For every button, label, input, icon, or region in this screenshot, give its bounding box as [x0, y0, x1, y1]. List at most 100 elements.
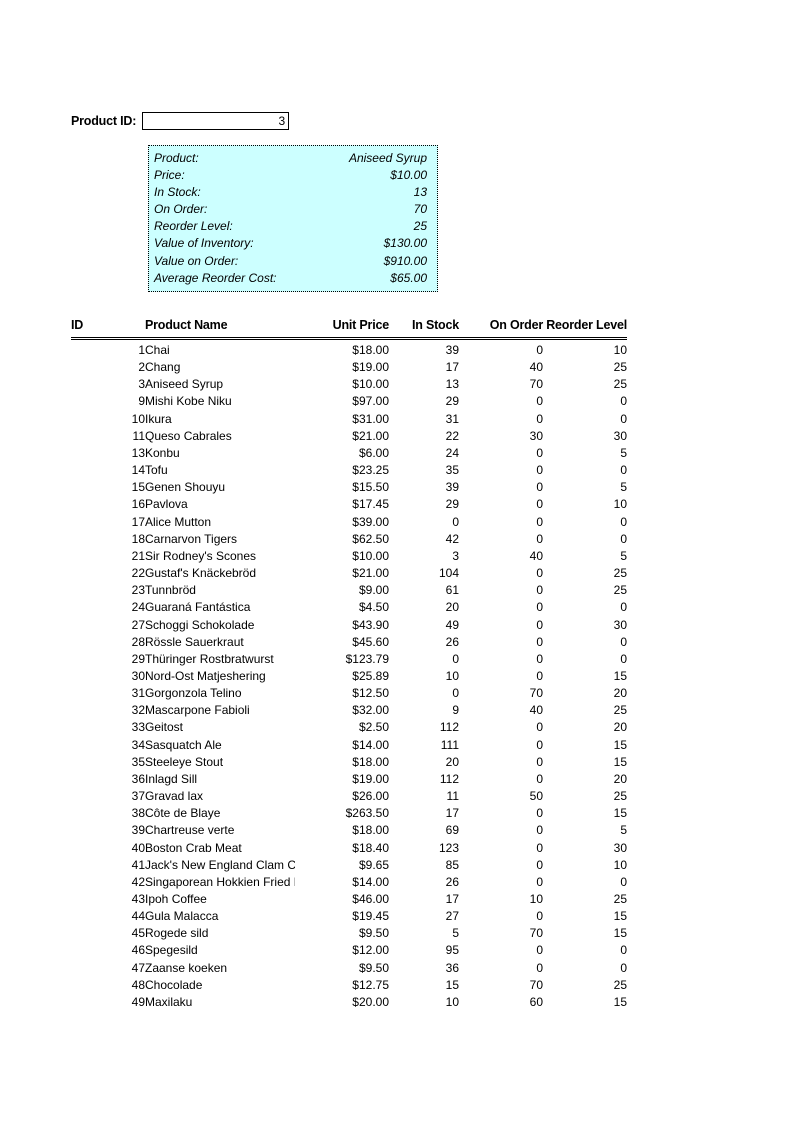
cell-reorder-level: 15: [613, 806, 627, 821]
products-table: ID Product Name Unit Price In Stock On O…: [71, 318, 627, 1011]
cell-id: 40: [131, 840, 145, 855]
cell-id: 45: [131, 926, 145, 941]
table-row[interactable]: 46 Spegesild $12.00 95 0 0: [71, 942, 627, 959]
cell-product-name: Geitost: [145, 720, 184, 735]
cell-on-order: 10: [529, 892, 543, 906]
cell-id: 43: [131, 892, 145, 906]
cell-id: 36: [131, 771, 145, 786]
table-row[interactable]: 13 Konbu $6.00 24 0 5: [71, 445, 627, 462]
table-row[interactable]: 23 Tunnbröd $9.00 61 0 25: [71, 582, 627, 599]
cell-on-order: 0: [536, 394, 543, 409]
cell-in-stock: 39: [445, 343, 459, 357]
table-row[interactable]: 16 Pavlova $17.45 29 0 10: [71, 496, 627, 513]
cell-in-stock: 95: [445, 943, 459, 958]
table-row[interactable]: 39 Chartreuse verte $18.00 69 0 5: [71, 822, 627, 839]
table-row[interactable]: 27 Schoggi Schokolade $43.90 49 0 30: [71, 617, 627, 634]
cell-unit-price: $43.90: [352, 617, 389, 632]
cell-product-name: Konbu: [145, 445, 180, 460]
cell-unit-price: $6.00: [358, 445, 389, 460]
table-row[interactable]: 3 Aniseed Syrup $10.00 13 70 25: [71, 376, 627, 393]
cell-reorder-level: 5: [620, 823, 627, 838]
cell-product-name: Carnarvon Tigers: [145, 531, 238, 546]
cell-in-stock: 13: [445, 377, 459, 392]
cell-product-name: Guaraná Fantástica: [145, 600, 251, 615]
table-row[interactable]: 43 Ipoh Coffee $46.00 17 10 25: [71, 891, 627, 908]
table-row[interactable]: 15 Genen Shouyu $15.50 39 0 5: [71, 479, 627, 496]
cell-product-name: Maxilaku: [145, 994, 193, 1009]
table-row[interactable]: 14 Tofu $23.25 35 0 0: [71, 462, 627, 479]
cell-reorder-level: 20: [613, 686, 627, 701]
cell-id: 16: [131, 497, 145, 512]
table-row[interactable]: 33 Geitost $2.50 112 0 20: [71, 719, 627, 736]
table-row[interactable]: 36 Inlagd Sill $19.00 112 0 20: [71, 771, 627, 788]
cell-in-stock: 0: [452, 514, 459, 529]
cell-product-name: Chartreuse verte: [145, 823, 235, 838]
cell-in-stock: 39: [445, 480, 459, 495]
cell-unit-price: $19.45: [352, 909, 389, 924]
table-row[interactable]: 18 Carnarvon Tigers $62.50 42 0 0: [71, 531, 627, 548]
cell-reorder-level: 30: [613, 428, 627, 443]
cell-reorder-level: 0: [620, 943, 627, 958]
cell-product-name: Alice Mutton: [145, 514, 212, 529]
cell-product-name: Rössle Sauerkraut: [145, 634, 244, 649]
cell-reorder-level: 10: [613, 343, 627, 357]
table-row[interactable]: 28 Rössle Sauerkraut $45.60 26 0 0: [71, 634, 627, 651]
cell-on-order: 0: [536, 771, 543, 786]
cell-on-order: 70: [529, 977, 543, 992]
column-header-on-order: On Order: [459, 318, 543, 340]
table-row[interactable]: 22 Gustaf's Knäckebröd $21.00 104 0 25: [71, 565, 627, 582]
cell-unit-price: $263.50: [345, 806, 389, 821]
table-row[interactable]: 40 Boston Crab Meat $18.40 123 0 30: [71, 840, 627, 857]
table-row[interactable]: 38 Côte de Blaye $263.50 17 0 15: [71, 805, 627, 822]
product-id-input[interactable]: [142, 112, 290, 130]
table-row[interactable]: 17 Alice Mutton $39.00 0 0 0: [71, 514, 627, 531]
table-row[interactable]: 30 Nord-Ost Matjeshering $25.89 10 0 15: [71, 668, 627, 685]
table-row[interactable]: 49 Maxilaku $20.00 10 60 15: [71, 994, 627, 1011]
cell-reorder-level: 0: [620, 960, 627, 975]
table-row[interactable]: 35 Steeleye Stout $18.00 20 0 15: [71, 754, 627, 771]
cell-unit-price: $21.00: [352, 428, 389, 443]
table-row[interactable]: 37 Gravad lax $26.00 11 50 25: [71, 788, 627, 805]
table-row[interactable]: 45 Rogede sild $9.50 5 70 15: [71, 925, 627, 942]
cell-in-stock: 9: [452, 703, 459, 718]
cell-unit-price: $18.00: [352, 343, 389, 357]
cell-product-name: Singaporean Hokkien Fried Mee: [145, 874, 295, 889]
table-row[interactable]: 21 Sir Rodney's Scones $10.00 3 40 5: [71, 548, 627, 565]
table-row[interactable]: 32 Mascarpone Fabioli $32.00 9 40 25: [71, 702, 627, 719]
cell-product-name: Ikura: [145, 411, 172, 426]
cell-in-stock: 112: [439, 771, 459, 786]
cell-in-stock: 17: [445, 360, 459, 375]
cell-on-order: 0: [536, 566, 543, 581]
table-row[interactable]: 29 Thüringer Rostbratwurst $123.79 0 0 0: [71, 651, 627, 668]
table-row[interactable]: 48 Chocolade $12.75 15 70 25: [71, 977, 627, 994]
cell-in-stock: 42: [445, 531, 459, 546]
cell-reorder-level: 0: [620, 394, 627, 409]
table-row[interactable]: 44 Gula Malacca $19.45 27 0 15: [71, 908, 627, 925]
table-row[interactable]: 9 Mishi Kobe Niku $97.00 29 0 0: [71, 393, 627, 410]
cell-id: 30: [131, 668, 145, 683]
table-row[interactable]: 41Jack's New England Clam Chowder $9.65 85…: [71, 857, 627, 874]
cell-reorder-level: 5: [620, 445, 627, 460]
table-header-row: ID Product Name Unit Price In Stock On O…: [71, 318, 627, 340]
table-row[interactable]: 10 Ikura $31.00 31 0 0: [71, 411, 627, 428]
cell-on-order: 0: [536, 463, 543, 478]
table-row[interactable]: 42Singaporean Hokkien Fried Mee $14.00 26 0…: [71, 874, 627, 891]
cell-on-order: 70: [529, 686, 543, 701]
table-row[interactable]: 11 Queso Cabrales $21.00 22 30 30: [71, 428, 627, 445]
table-row[interactable]: 24 Guaraná Fantástica $4.50 20 0 0: [71, 599, 627, 616]
table-row[interactable]: 31 Gorgonzola Telino $12.50 0 70 20: [71, 685, 627, 702]
cell-unit-price: $19.00: [352, 360, 389, 375]
cell-on-order: 0: [536, 600, 543, 615]
cell-product-name: Tunnbröd: [145, 583, 196, 598]
table-row[interactable]: 34 Sasquatch Ale $14.00 111 0 15: [71, 737, 627, 754]
cell-in-stock: 22: [445, 428, 459, 443]
table-row[interactable]: 1 Chai $18.00 39 0 10: [71, 339, 627, 360]
cell-product-name: Chang: [145, 360, 181, 375]
cell-id: 44: [131, 909, 145, 924]
cell-reorder-level: 5: [620, 480, 627, 495]
cell-in-stock: 3: [452, 548, 459, 563]
cell-id: 41: [131, 857, 145, 872]
table-row[interactable]: 2 Chang $19.00 17 40 25: [71, 359, 627, 376]
table-row[interactable]: 47 Zaanse koeken $9.50 36 0 0: [71, 960, 627, 977]
cell-id: 15: [131, 480, 145, 495]
